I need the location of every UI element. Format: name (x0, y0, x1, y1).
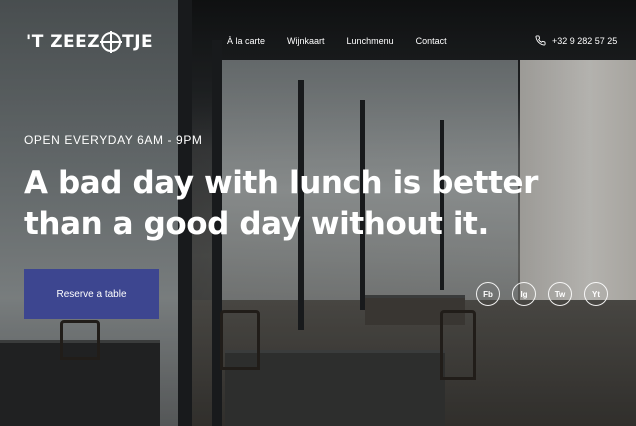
main-nav: À la carte Wijnkaart Lunchmenu Contact (227, 36, 447, 46)
hero-headline: A bad day with lunch is better than a go… (24, 165, 539, 242)
social-links: Fb Ig Tw Yt (476, 282, 608, 306)
instagram-icon[interactable]: Ig (512, 282, 536, 306)
nav-item-lunchmenu[interactable]: Lunchmenu (347, 36, 394, 46)
opening-hours: OPEN EVERYDAY 6AM - 9PM (24, 133, 203, 147)
reserve-table-button[interactable]: Reserve a table (24, 269, 159, 319)
nav-item-a-la-carte[interactable]: À la carte (227, 36, 265, 46)
phone-icon (535, 35, 546, 46)
facebook-icon[interactable]: Fb (476, 282, 500, 306)
ship-wheel-icon (101, 32, 122, 52)
logo-text-right: TJE (122, 32, 154, 52)
phone-link[interactable]: +32 9 282 57 25 (535, 35, 617, 46)
nav-item-contact[interactable]: Contact (416, 36, 447, 46)
twitter-icon[interactable]: Tw (548, 282, 572, 306)
phone-number: +32 9 282 57 25 (552, 35, 618, 46)
youtube-icon[interactable]: Yt (584, 282, 608, 306)
logo[interactable]: 'T ZEEZ TJE (26, 32, 153, 52)
logo-text-left: 'T ZEEZ (26, 32, 101, 52)
nav-item-wijnkaart[interactable]: Wijnkaart (287, 36, 325, 46)
